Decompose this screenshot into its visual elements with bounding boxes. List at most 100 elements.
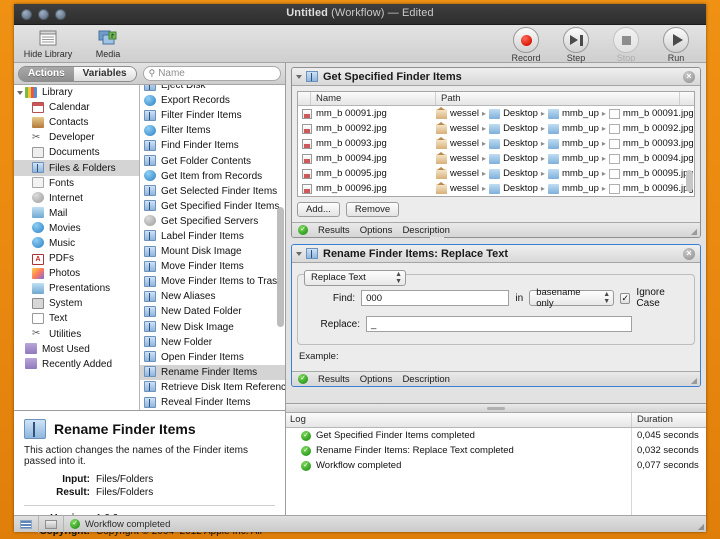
list-item[interactable]: New Dated Folder — [140, 304, 285, 319]
list-item[interactable]: New Folder — [140, 335, 285, 350]
list-item[interactable]: Get Folder Contents — [140, 153, 285, 168]
results-tab[interactable]: Results — [318, 225, 350, 236]
sidebar-item-files-and-folders[interactable]: Files & Folders — [14, 160, 139, 176]
list-item[interactable]: Move Finder Items to Trash — [140, 274, 285, 289]
rename-mode-popup[interactable]: Replace Text ▲ ▼ — [304, 269, 406, 286]
run-button[interactable]: Run — [654, 27, 698, 63]
tab-variables[interactable]: Variables — [73, 66, 136, 81]
table-row[interactable]: mm_b 00095.jpg wessel ▸ Desktop ▸ mmb_up ▸ … — [298, 166, 694, 181]
sidebar-item-text[interactable]: Text — [14, 311, 139, 326]
list-item[interactable]: Get Item from Records — [140, 169, 285, 184]
log-row[interactable]: ✓ Get Specified Finder Items completed 0,… — [286, 428, 706, 443]
list-item[interactable]: Retrieve Disk Item References — [140, 380, 285, 395]
path-segment: mmb_up — [561, 108, 599, 119]
sidebar-item-calendar[interactable]: Calendar — [14, 100, 139, 115]
list-item[interactable]: Get Specified Servers — [140, 214, 285, 229]
options-tab[interactable]: Options — [360, 374, 393, 385]
actions-variables-segmented[interactable]: Actions Variables — [18, 65, 137, 82]
variables-toggle-button[interactable] — [39, 515, 64, 533]
log-row[interactable]: ✓ Workflow completed 0,077 seconds — [286, 458, 706, 473]
column-header-duration[interactable]: Duration — [632, 413, 706, 427]
table-row[interactable]: mm_b 00092.jpg wessel ▸ Desktop ▸ mmb_up ▸ … — [298, 121, 694, 136]
list-item[interactable]: Get Selected Finder Items — [140, 184, 285, 199]
list-item[interactable]: Label Finder Items — [140, 229, 285, 244]
table-row[interactable]: mm_b 00096.jpg wessel ▸ Desktop ▸ mmb_up ▸ … — [298, 181, 694, 196]
action-rename-finder-items[interactable]: Rename Finder Items: Replace Text × Repl… — [291, 244, 701, 387]
resize-handle[interactable]: ◢ — [691, 227, 697, 236]
sidebar-item-music[interactable]: Music — [14, 236, 139, 251]
description-tab[interactable]: Description — [402, 374, 450, 385]
sidebar-item-contacts[interactable]: Contacts — [14, 115, 139, 130]
column-header-name[interactable]: Name — [311, 92, 436, 105]
column-header-log[interactable]: Log — [286, 413, 632, 427]
sidebar-item-recently-added[interactable]: Recently Added — [14, 357, 139, 372]
list-item[interactable]: Find Finder Items — [140, 138, 285, 153]
list-item[interactable]: Export Records — [140, 93, 285, 108]
options-tab[interactable]: Options — [360, 225, 393, 236]
list-item[interactable]: Move Finder Items — [140, 259, 285, 274]
actions-list[interactable]: Eject Disk Export Records Filter Finder … — [140, 85, 285, 410]
sidebar-item-developer[interactable]: ✂ Developer — [14, 130, 139, 145]
ignore-case-checkbox[interactable]: ✓ — [620, 292, 631, 304]
table-row[interactable]: mm_b 00094.jpg wessel ▸ Desktop ▸ mmb_up ▸ … — [298, 151, 694, 166]
log-table-body[interactable]: ✓ Get Specified Finder Items completed 0,… — [286, 428, 706, 528]
tab-actions[interactable]: Actions — [19, 66, 74, 81]
remove-button[interactable]: Remove — [345, 202, 400, 217]
specified-items-table[interactable]: Name Path mm_b 00091.jpg wessel ▸ Desktop… — [297, 91, 695, 197]
chevron-down-icon[interactable] — [17, 90, 23, 95]
replace-input[interactable]: _ — [366, 316, 632, 332]
list-item[interactable]: Filter Items — [140, 123, 285, 138]
table-row[interactable]: mm_b 00093.jpg wessel ▸ Desktop ▸ mmb_up ▸ … — [298, 136, 694, 151]
sidebar-item-most-used[interactable]: Most Used — [14, 342, 139, 357]
sidebar-item-presentations[interactable]: Presentations — [14, 281, 139, 296]
action-get-specified-finder-items[interactable]: Get Specified Finder Items × Name Path m… — [291, 67, 701, 238]
list-item[interactable]: New Aliases — [140, 289, 285, 304]
list-item[interactable]: Eject Disk — [140, 85, 285, 93]
list-item[interactable]: Get Specified Finder Items — [140, 199, 285, 214]
sidebar-item-pdfs[interactable]: PDFs — [14, 251, 139, 266]
table-scrollbar[interactable] — [686, 107, 693, 194]
list-item[interactable]: Mount Disk Image — [140, 244, 285, 259]
list-item[interactable]: Reveal Finder Items — [140, 395, 285, 410]
sidebar-item-movies[interactable]: Movies — [14, 221, 139, 236]
column-header-path[interactable]: Path — [436, 92, 680, 105]
log-row[interactable]: ✓ Rename Finder Items: Replace Text compl… — [286, 443, 706, 458]
actions-list-scrollbar[interactable] — [277, 87, 284, 408]
library-category-list[interactable]: Library Calendar Contacts ✂ Developer Do… — [14, 85, 140, 410]
search-input[interactable]: ⚲ Name — [142, 66, 281, 81]
sidebar-item-documents[interactable]: Documents — [14, 145, 139, 160]
scope-popup[interactable]: basename only ▲ ▼ — [529, 287, 615, 309]
media-button[interactable]: Media — [80, 26, 136, 59]
stop-button[interactable]: Stop — [604, 27, 648, 63]
sidebar-item-fonts[interactable]: Fonts — [14, 176, 139, 191]
sidebar-item-system[interactable]: System — [14, 296, 139, 311]
sidebar-item-photos[interactable]: Photos — [14, 266, 139, 281]
action-header[interactable]: Rename Finder Items: Replace Text × — [292, 245, 700, 263]
close-circle-icon[interactable]: × — [683, 247, 695, 260]
record-button[interactable]: Record — [504, 27, 548, 63]
step-button[interactable]: Step — [554, 27, 598, 63]
find-input[interactable]: 000 — [361, 290, 510, 306]
hide-library-button[interactable]: Hide Library — [20, 26, 76, 59]
sidebar-item-utilities[interactable]: ✂ Utilities — [14, 327, 139, 342]
window-resize-grip[interactable]: ◢ — [698, 522, 704, 531]
log-toggle-button[interactable] — [14, 515, 39, 533]
table-row[interactable]: mm_b 00091.jpg wessel ▸ Desktop ▸ mmb_up ▸ … — [298, 106, 694, 121]
workflow-canvas[interactable]: Get Specified Finder Items × Name Path m… — [286, 63, 706, 403]
resize-handle[interactable]: ◢ — [691, 376, 697, 385]
close-circle-icon[interactable]: × — [683, 70, 695, 83]
list-item[interactable]: New Disk Image — [140, 320, 285, 335]
sidebar-item-mail[interactable]: Mail — [14, 206, 139, 221]
list-item[interactable]: Open Finder Items — [140, 350, 285, 365]
results-tab[interactable]: Results — [318, 374, 350, 385]
list-item-rename-finder-items[interactable]: Rename Finder Items — [140, 364, 285, 380]
description-tab[interactable]: Description — [402, 225, 450, 236]
add-button[interactable]: Add... — [297, 202, 340, 217]
action-header[interactable]: Get Specified Finder Items × — [292, 68, 700, 86]
chevron-down-icon[interactable] — [296, 74, 302, 79]
log-splitter[interactable] — [286, 404, 706, 413]
library-root-row[interactable]: Library — [14, 85, 139, 100]
chevron-down-icon[interactable] — [296, 251, 302, 256]
list-item[interactable]: Filter Finder Items — [140, 108, 285, 123]
sidebar-item-internet[interactable]: Internet — [14, 191, 139, 206]
